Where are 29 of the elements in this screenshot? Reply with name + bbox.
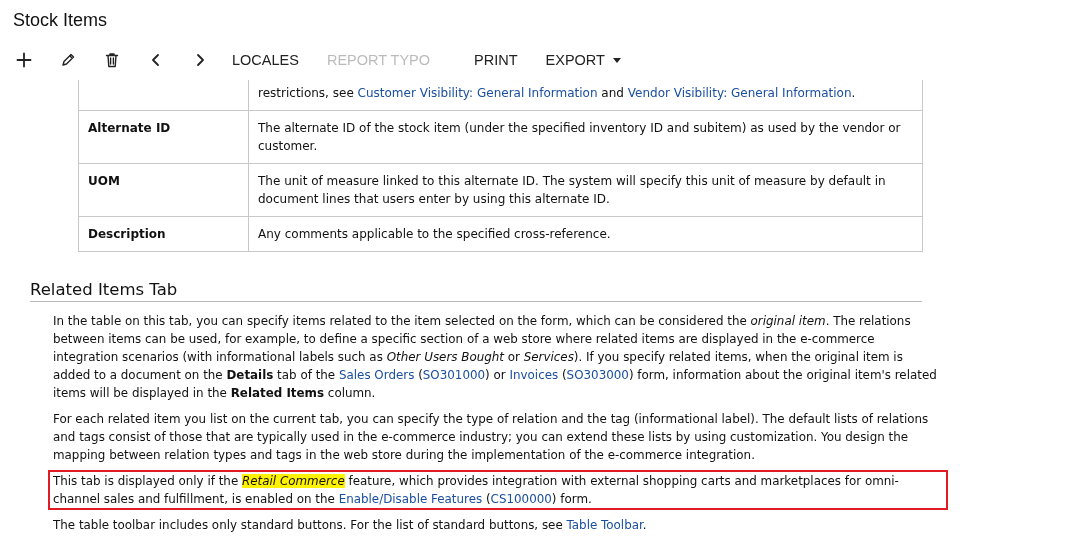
paragraph: For each related item you list on the current tab, you can specify the type of relation and the tag (informational label). The default lists of relations and tags consist of those that are typically used in the e-commerce industry; you can extend these lists by using customization. You design the mapping between relation types and tags in the web store during the implementation of the e-commerce integration. (52, 411, 930, 464)
link[interactable]: Table Toolbar (566, 518, 643, 532)
link[interactable]: Invoices (509, 368, 559, 382)
plus-icon (16, 52, 32, 68)
trash-icon (104, 52, 120, 68)
table-cell: UOM (78, 163, 249, 217)
link[interactable]: SO301000 (422, 368, 486, 382)
link[interactable]: Vendor Visibility: General Information (627, 86, 852, 100)
section-heading: Related Items Tab (30, 280, 922, 302)
link[interactable]: SO303000 (566, 368, 629, 382)
paragraph: The table toolbar includes only standard buttons. For the list of standard buttons, see Table Toolbar. (52, 517, 648, 534)
table-cell-text: The alternate ID of the stock item (under the specified inventory ID and subitem) as used by the vendor or customer. (258, 120, 902, 155)
toolbar-button[interactable]: LOCALES (232, 46, 313, 74)
link[interactable]: Sales Orders (338, 368, 415, 382)
pencil-icon (60, 52, 76, 68)
link[interactable]: Enable/Disable Features (338, 492, 483, 506)
toolbar-button[interactable]: PRINT (474, 46, 532, 74)
link[interactable]: Customer Visibility: General Information (357, 86, 598, 100)
toolbar-button[interactable]: EXPORT (545, 46, 635, 74)
table-cell-text: The unit of measure linked to this alternate ID. The system will specify this unit of measure by default in document lines that users enter by using this alternate ID. (258, 173, 887, 208)
table-cell-text: restrictions, see Customer Visibility: General Information and Vendor Visibility: General Information. (258, 85, 857, 102)
paragraph: This tab is displayed only if the Retail Commerce feature, which provides integration with external shopping carts and marketplaces for omni-channel sales and fulfillment, is enabled on the Enable/Disable Features (CS100000) form. (48, 470, 948, 510)
table-cell: Description (78, 216, 249, 252)
paragraph: In the table on this tab, you can specify items related to the item selected on the form, which can be considered the original item. The relations between items can be used, for example, to define a specific section of a web store where related items are displayed in the e-commerce integration scenarios (with informational labels such as Other Users Bought or Services). If you specify related items, when the original item is added to a document on the Details tab of the Sales Orders (SO301000) or Invoices (SO303000) form, information about the original item's related items will be displayed in the Related Items column. (52, 313, 938, 402)
page-title: Stock Items (12, 9, 109, 32)
table-cell-text: Any comments applicable to the specified cross-reference. (258, 226, 612, 243)
caret-icon (612, 57, 621, 63)
link[interactable]: CS100000 (490, 492, 552, 506)
table-cell: Alternate ID (78, 110, 249, 164)
